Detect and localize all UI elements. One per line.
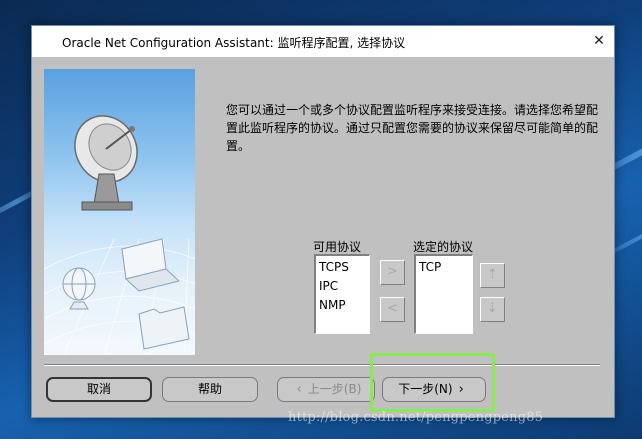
watermark-text: http://blog.csdn.net/pengpengpeng85 bbox=[288, 410, 544, 425]
highlight-annotation-box bbox=[370, 353, 495, 412]
add-protocol-button[interactable]: > bbox=[380, 260, 405, 285]
close-button[interactable]: ✕ bbox=[584, 26, 614, 57]
chevron-left-icon: < bbox=[387, 301, 398, 316]
button-divider bbox=[44, 364, 600, 366]
list-item[interactable]: TCPS bbox=[316, 258, 369, 277]
dialog-window: Oracle Net Configuration Assistant: 监听程序… bbox=[31, 25, 615, 418]
satellite-network-illustration bbox=[44, 115, 195, 355]
list-item[interactable]: IPC bbox=[316, 277, 369, 296]
back-button[interactable]: ‹ 上一步(B) bbox=[277, 377, 375, 402]
back-button-label: 上一步(B) bbox=[307, 382, 362, 396]
move-down-icon: ⇣ bbox=[487, 301, 498, 316]
dialog-body: 您可以通过一个或多个协议配置监听程序来接受连接。请选择您希望配置此监听程序的协议… bbox=[32, 57, 614, 417]
move-up-button[interactable]: ⇡ bbox=[480, 263, 505, 288]
chevron-right-icon: > bbox=[387, 264, 398, 279]
close-icon: ✕ bbox=[593, 33, 605, 49]
list-item[interactable]: TCP bbox=[416, 258, 472, 277]
move-up-icon: ⇡ bbox=[487, 267, 498, 282]
selected-protocols-label: 选定的协议 bbox=[413, 240, 474, 254]
move-down-button[interactable]: ⇣ bbox=[480, 297, 505, 322]
help-button[interactable]: 帮助 bbox=[162, 377, 258, 402]
title-bar: Oracle Net Configuration Assistant: 监听程序… bbox=[32, 26, 614, 57]
list-item[interactable]: NMP bbox=[316, 296, 369, 315]
wizard-illustration bbox=[44, 69, 195, 355]
available-protocols-list[interactable]: TCPS IPC NMP bbox=[314, 254, 370, 334]
cancel-button[interactable]: 取消 bbox=[46, 377, 152, 402]
remove-protocol-button[interactable]: < bbox=[380, 297, 405, 322]
instruction-text: 您可以通过一个或多个协议配置监听程序来接受连接。请选择您希望配置此监听程序的协议… bbox=[226, 103, 599, 153]
chevron-left-icon: ‹ bbox=[296, 382, 302, 397]
selected-protocols-list[interactable]: TCP bbox=[414, 254, 473, 334]
available-protocols-label: 可用协议 bbox=[313, 240, 362, 254]
window-title: Oracle Net Configuration Assistant: 监听程序… bbox=[62, 36, 406, 50]
